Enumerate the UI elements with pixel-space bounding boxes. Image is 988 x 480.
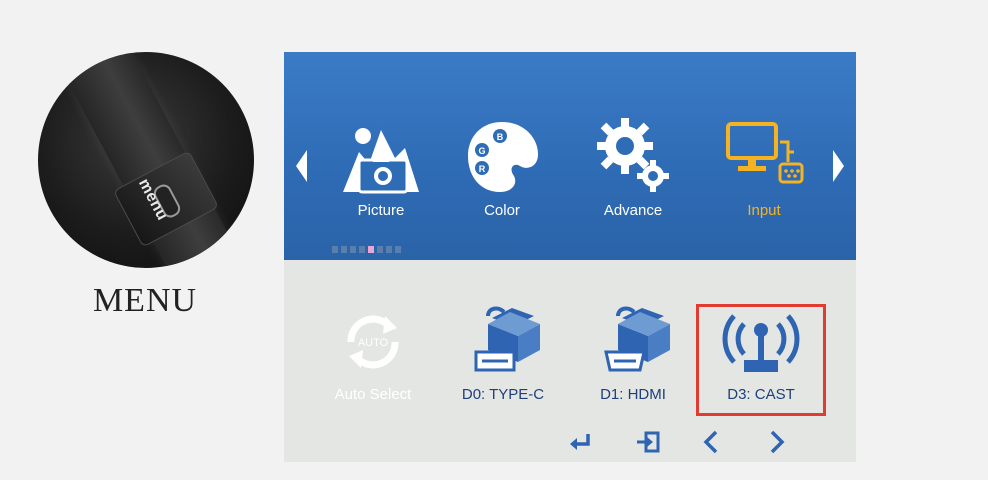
page-dot: [377, 246, 383, 253]
category-right-arrow-icon[interactable]: [833, 150, 844, 182]
usb-cable-icon: [474, 306, 540, 372]
osd-category-bar: Picture G B R Color Advance Input: [284, 52, 856, 260]
page-dot: [386, 246, 392, 253]
hdmi-cable-icon: [604, 306, 670, 372]
source-label: D1: HDMI: [600, 386, 666, 403]
source-label: D0: TYPE-C: [461, 386, 545, 403]
category-color[interactable]: G B R Color: [447, 112, 557, 222]
category-picture[interactable]: Picture: [326, 112, 436, 222]
gears-icon: [597, 118, 669, 192]
category-advance[interactable]: Advance: [578, 112, 688, 222]
svg-text:B: B: [497, 132, 504, 142]
source-auto-select[interactable]: AUTO Auto Select: [308, 302, 438, 412]
source-hdmi[interactable]: D1: HDMI: [568, 302, 698, 412]
page-dot: [359, 246, 365, 253]
svg-text:AUTO: AUTO: [358, 337, 389, 349]
page-dot: [341, 246, 347, 253]
page-dot: [395, 246, 401, 253]
source-label: Auto Select: [334, 386, 412, 403]
page-dot-active: [368, 246, 374, 253]
category-label: Color: [484, 202, 520, 219]
menu-caption: MENU: [92, 282, 198, 319]
osd-menu: Picture G B R Color Advance Input AUTO A…: [284, 52, 856, 462]
enter-icon[interactable]: [566, 430, 594, 454]
category-label: Input: [747, 202, 781, 219]
right-icon[interactable]: [762, 430, 790, 454]
category-left-arrow-icon[interactable]: [296, 150, 307, 182]
category-label: Advance: [603, 202, 663, 219]
svg-text:G: G: [478, 146, 485, 156]
menu-button-photo: menu: [38, 52, 254, 268]
monitor-input-icon: [726, 122, 804, 184]
page-dot: [332, 246, 338, 253]
category-label: Picture: [357, 202, 405, 219]
page-indicator: [332, 240, 404, 253]
source-type-c[interactable]: D0: TYPE-C: [438, 302, 568, 412]
category-input[interactable]: Input: [709, 112, 819, 222]
selected-source-highlight: [696, 304, 826, 416]
page-dot: [350, 246, 356, 253]
left-icon[interactable]: [698, 430, 726, 454]
palette-icon: G B R: [468, 122, 538, 192]
auto-select-icon: AUTO: [347, 315, 399, 369]
exit-icon[interactable]: [634, 430, 662, 454]
svg-text:R: R: [479, 164, 486, 174]
picture-icon: [343, 128, 419, 194]
